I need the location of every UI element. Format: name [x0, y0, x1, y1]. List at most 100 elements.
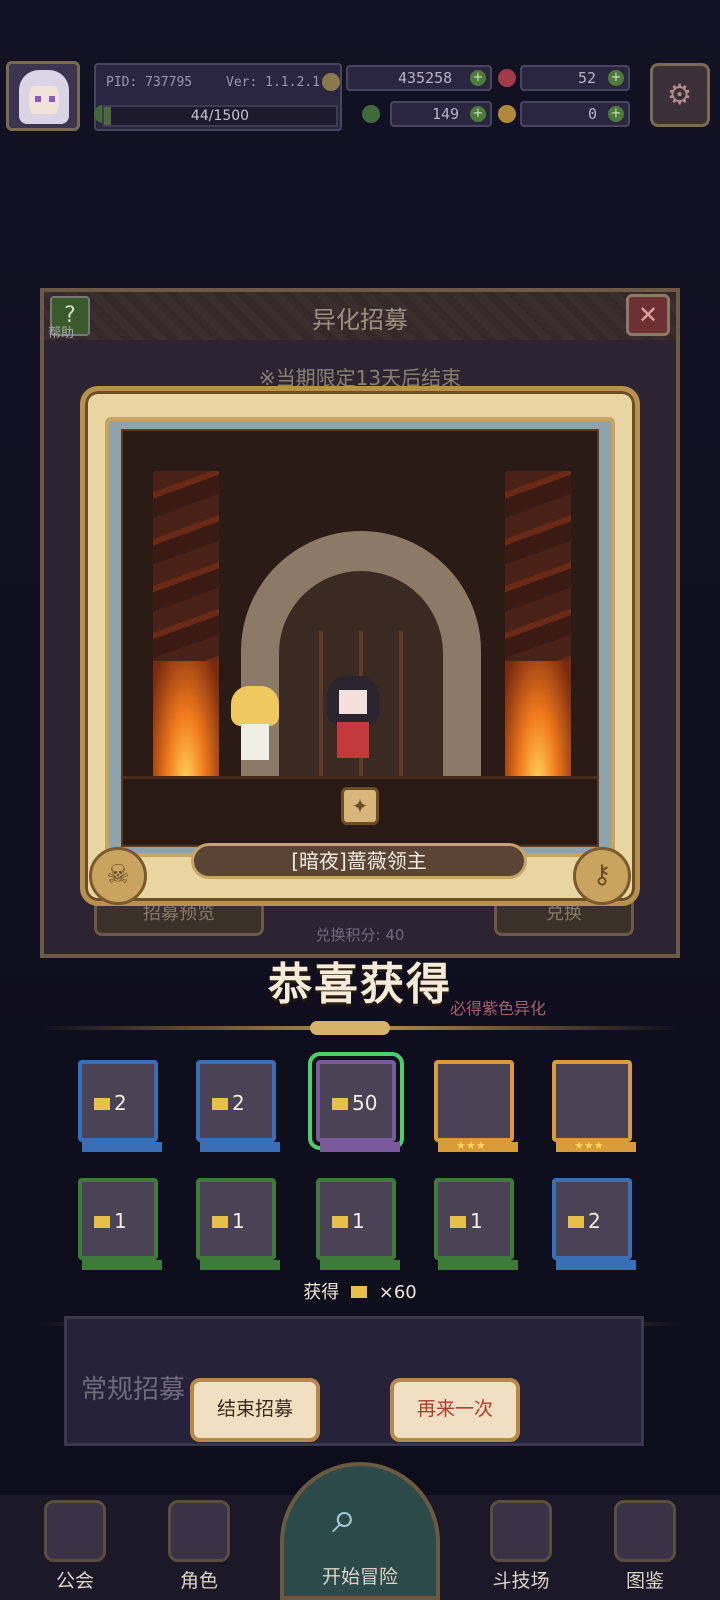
rarity-strip — [82, 1260, 162, 1270]
item-count: 2 — [232, 1091, 245, 1115]
codex-icon — [614, 1500, 676, 1562]
add-ticket-icon[interactable]: + — [608, 106, 624, 122]
faction-emblem-icon: ✦ — [341, 787, 379, 825]
reward-item[interactable]: ★★★ — [552, 1060, 636, 1152]
nav-character[interactable]: 角色 — [144, 1500, 254, 1600]
folder-icon — [94, 1216, 110, 1228]
add-gold-icon[interactable]: + — [470, 70, 486, 86]
rarity-strip — [438, 1260, 518, 1270]
nav-arena-label: 斗技场 — [492, 1570, 550, 1592]
reward-item[interactable]: 1 — [78, 1178, 162, 1270]
normal-recruit-panel: 常规招募 — [64, 1316, 644, 1446]
item-count: 2 — [588, 1209, 601, 1233]
reward-item[interactable]: 2 — [196, 1060, 280, 1152]
key-icon: ⚷ — [573, 847, 631, 905]
item-count: 1 — [470, 1209, 483, 1233]
rarity-strip — [320, 1142, 400, 1152]
gold-counter: 435258 + — [346, 65, 492, 91]
rarity-strip — [200, 1260, 280, 1270]
character-name-bar: [暗夜]蔷薇领主 — [191, 843, 527, 879]
magnifier-icon: ⌕ — [332, 1492, 357, 1543]
folder-icon — [450, 1216, 466, 1228]
player-avatar[interactable] — [6, 61, 80, 131]
ticket-value: 0 — [588, 105, 598, 123]
character-name: [暗夜]蔷薇领主 — [291, 849, 427, 873]
exchange-points: 兑换积分: 40 — [315, 926, 405, 944]
rarity-strip — [82, 1142, 162, 1152]
recruit-again-button[interactable]: 再来一次 — [390, 1378, 520, 1442]
settings-button[interactable]: ⚙ — [650, 63, 710, 127]
close-icon: ✕ — [637, 301, 659, 329]
top-hud: PID: 737795 Ver: 1.1.2.1 44/1500 435258 … — [0, 55, 720, 135]
guarantee-hint: 必得紫色异化 — [450, 999, 547, 1018]
character-sprite-maid — [231, 686, 279, 766]
reward-scene — [121, 429, 599, 847]
clover-value: 149 — [432, 105, 460, 123]
nav-character-label: 角色 — [179, 1570, 218, 1592]
item-count: 1 — [114, 1209, 127, 1233]
character-icon — [168, 1500, 230, 1562]
help-label: 帮助 — [48, 326, 75, 341]
panel-title: 异化招募 — [312, 306, 408, 334]
add-clover-icon[interactable]: + — [470, 106, 486, 122]
crossed-swords-icon — [490, 1500, 552, 1562]
item-count: 2 — [114, 1091, 127, 1115]
gold-coin-icon — [322, 73, 340, 91]
folder-icon — [568, 1216, 584, 1228]
nav-guild[interactable]: 公会 — [20, 1500, 130, 1600]
add-gem-icon[interactable]: + — [608, 70, 624, 86]
exp-text: 44/1500 — [190, 108, 250, 124]
player-id: PID: 737795 — [106, 75, 193, 90]
folder-icon — [332, 1098, 348, 1110]
start-adventure-label: 开始冒险 — [321, 1566, 398, 1588]
folder-icon — [94, 1098, 110, 1110]
nav-codex-label: 图鉴 — [625, 1570, 664, 1592]
skull-icon: ☠ — [89, 847, 147, 905]
star-rating: ★★★ — [456, 1139, 486, 1152]
folder-icon — [212, 1098, 228, 1110]
item-count: 1 — [352, 1209, 365, 1233]
item-count: 1 — [232, 1209, 245, 1233]
player-info: PID: 737795 Ver: 1.1.2.1 44/1500 — [94, 63, 342, 131]
reward-item[interactable]: 1 — [316, 1178, 400, 1270]
gem-counter: 52 + — [520, 65, 630, 91]
obtained-label: 获得 — [303, 1282, 340, 1303]
congrats-title: 恭喜获得 — [268, 959, 452, 1010]
item-count: 50 — [352, 1091, 378, 1115]
reward-item[interactable]: 1 — [196, 1178, 280, 1270]
clover-counter: 149 + — [390, 101, 492, 127]
nav-guild-label: 公会 — [55, 1570, 94, 1592]
reward-item[interactable]: 2 — [78, 1060, 162, 1152]
nav-codex[interactable]: 图鉴 — [590, 1500, 700, 1600]
game-version: Ver: 1.1.2.1 — [226, 75, 320, 90]
rarity-strip — [320, 1260, 400, 1270]
gem-icon — [498, 69, 516, 87]
reward-frame: ✦ [暗夜]蔷薇领主 ☠ ⚷ — [80, 386, 640, 906]
obtained-summary: 获得 ×60 — [0, 1278, 720, 1304]
ticket-counter: 0 + — [520, 101, 630, 127]
folder-icon — [351, 1286, 367, 1298]
reward-item[interactable]: ★★★ — [434, 1060, 518, 1152]
gold-value: 435258 — [398, 69, 453, 87]
reward-item[interactable]: 2 — [552, 1178, 636, 1270]
rarity-strip — [200, 1142, 280, 1152]
gem-value: 52 — [578, 69, 597, 87]
clover-icon — [362, 105, 380, 123]
star-rating: ★★★ — [574, 1139, 604, 1152]
end-recruit-button[interactable]: 结束招募 — [190, 1378, 320, 1442]
guild-icon — [44, 1500, 106, 1562]
divider-ornament — [310, 1021, 390, 1035]
nav-arena[interactable]: 斗技场 — [466, 1500, 576, 1600]
character-sprite-rose-lord — [323, 676, 383, 766]
folder-icon — [332, 1216, 348, 1228]
obtained-amount: ×60 — [378, 1282, 417, 1303]
reward-item[interactable]: 50 — [308, 1052, 404, 1152]
close-button[interactable]: ✕ — [626, 294, 670, 336]
rarity-strip — [556, 1260, 636, 1270]
normal-recruit-label: 常规招募 — [81, 1375, 186, 1405]
gear-icon: ⚙ — [667, 78, 693, 111]
exp-bar: 44/1500 — [102, 105, 338, 127]
ticket-icon — [498, 105, 516, 123]
reward-item[interactable]: 1 — [434, 1178, 518, 1270]
folder-icon — [212, 1216, 228, 1228]
